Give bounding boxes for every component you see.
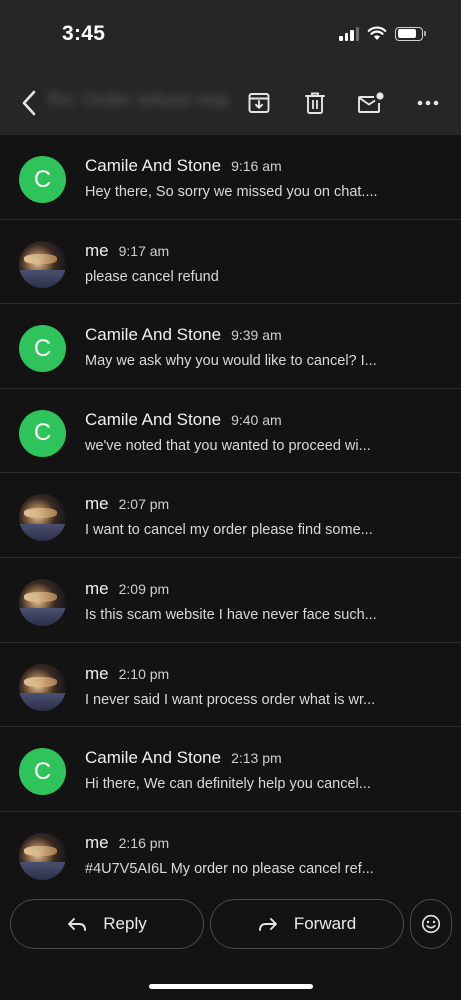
smiley-icon (421, 914, 441, 934)
chevron-left-icon (22, 90, 36, 116)
avatar (19, 240, 66, 288)
message-time: 2:13 pm (231, 750, 282, 767)
trash-icon (305, 92, 325, 114)
status-time: 3:45 (62, 22, 106, 45)
thread-subject: Re: Order refund request (48, 90, 230, 111)
avatar: C (19, 409, 66, 457)
message-row[interactable]: me 2:16 pm #4U7V5AI6L My order no please … (0, 812, 461, 880)
message-snippet: please cancel refund (85, 268, 219, 285)
message-row[interactable]: C Camile And Stone 9:39 am May we ask why… (0, 304, 461, 389)
sender-name: me (85, 663, 109, 683)
wifi-icon (367, 26, 387, 40)
message-row[interactable]: me 2:09 pm Is this scam website I have ne… (0, 558, 461, 643)
message-snippet: Hey there, So sorry we missed you on cha… (85, 184, 378, 200)
message-list: C Camile And Stone 9:16 am Hey there, So … (0, 135, 461, 880)
reply-icon (68, 918, 87, 931)
message-row[interactable]: me 2:07 pm I want to cancel my order plea… (0, 473, 461, 558)
message-time: 2:09 pm (118, 580, 170, 597)
emoji-reaction-button[interactable] (410, 899, 452, 949)
bottom-action-bar: Reply Forward (0, 880, 461, 1000)
reply-label: Reply (103, 914, 147, 933)
forward-button[interactable]: Forward (210, 899, 404, 949)
sender-name: Camile And Stone (85, 156, 222, 175)
forward-label: Forward (293, 914, 357, 933)
avatar: C (19, 325, 66, 373)
status-bar: 3:45 (0, 0, 461, 70)
avatar: C (19, 156, 66, 203)
message-time: 9:39 am (231, 327, 282, 344)
message-time: 9:16 am (231, 158, 282, 174)
message-row[interactable]: C Camile And Stone 2:13 pm Hi there, We c… (0, 727, 461, 812)
top-app-bar: Re: Order refund request (0, 70, 461, 135)
sender-name: Camile And Stone (85, 325, 222, 345)
message-time: 2:07 pm (118, 496, 170, 513)
avatar (19, 832, 66, 880)
status-icons (339, 26, 426, 41)
cellular-signal-icon (339, 26, 359, 41)
message-time: 2:16 pm (118, 834, 170, 851)
message-row[interactable]: me 2:10 pm I never said I want process or… (0, 643, 461, 728)
avatar (19, 663, 66, 711)
archive-button[interactable] (245, 89, 273, 117)
message-snippet: I want to cancel my order please find so… (85, 522, 373, 539)
message-time: 9:17 am (118, 242, 170, 259)
message-time: 9:40 am (231, 411, 282, 428)
message-snippet: Is this scam website I have never face s… (85, 606, 377, 623)
sender-name: me (85, 240, 109, 260)
sender-name: me (85, 494, 109, 514)
avatar (19, 494, 66, 542)
home-indicator[interactable] (149, 984, 313, 989)
message-row[interactable]: C Camile And Stone 9:40 am we've noted th… (0, 389, 461, 474)
sender-name: me (85, 832, 109, 852)
mark-unread-button[interactable] (357, 89, 385, 117)
sender-name: me (85, 578, 109, 598)
more-options-button[interactable] (414, 89, 442, 117)
archive-icon (248, 93, 270, 113)
message-row[interactable]: C Camile And Stone 9:16 am Hey there, So … (0, 135, 461, 220)
forward-icon (258, 918, 277, 931)
message-snippet: we've noted that you wanted to proceed w… (85, 437, 371, 454)
battery-icon (395, 26, 426, 41)
message-snippet: #4U7V5AI6L My order no please cancel ref… (85, 860, 374, 877)
delete-button[interactable] (301, 89, 329, 117)
mark-unread-icon (358, 92, 384, 113)
message-snippet: I never said I want process order what i… (85, 691, 376, 708)
back-button[interactable] (14, 86, 44, 120)
message-snippet: May we ask why you would like to cancel?… (85, 353, 377, 370)
sender-name: Camile And Stone (85, 409, 222, 429)
reply-button[interactable]: Reply (10, 899, 204, 949)
message-time: 2:10 pm (118, 665, 170, 682)
avatar (19, 578, 66, 626)
more-horizontal-icon (417, 100, 439, 106)
avatar: C (19, 748, 66, 796)
message-row[interactable]: me 9:17 am please cancel refund (0, 220, 461, 305)
message-snippet: Hi there, We can definitely help you can… (85, 776, 371, 793)
sender-name: Camile And Stone (85, 748, 222, 768)
